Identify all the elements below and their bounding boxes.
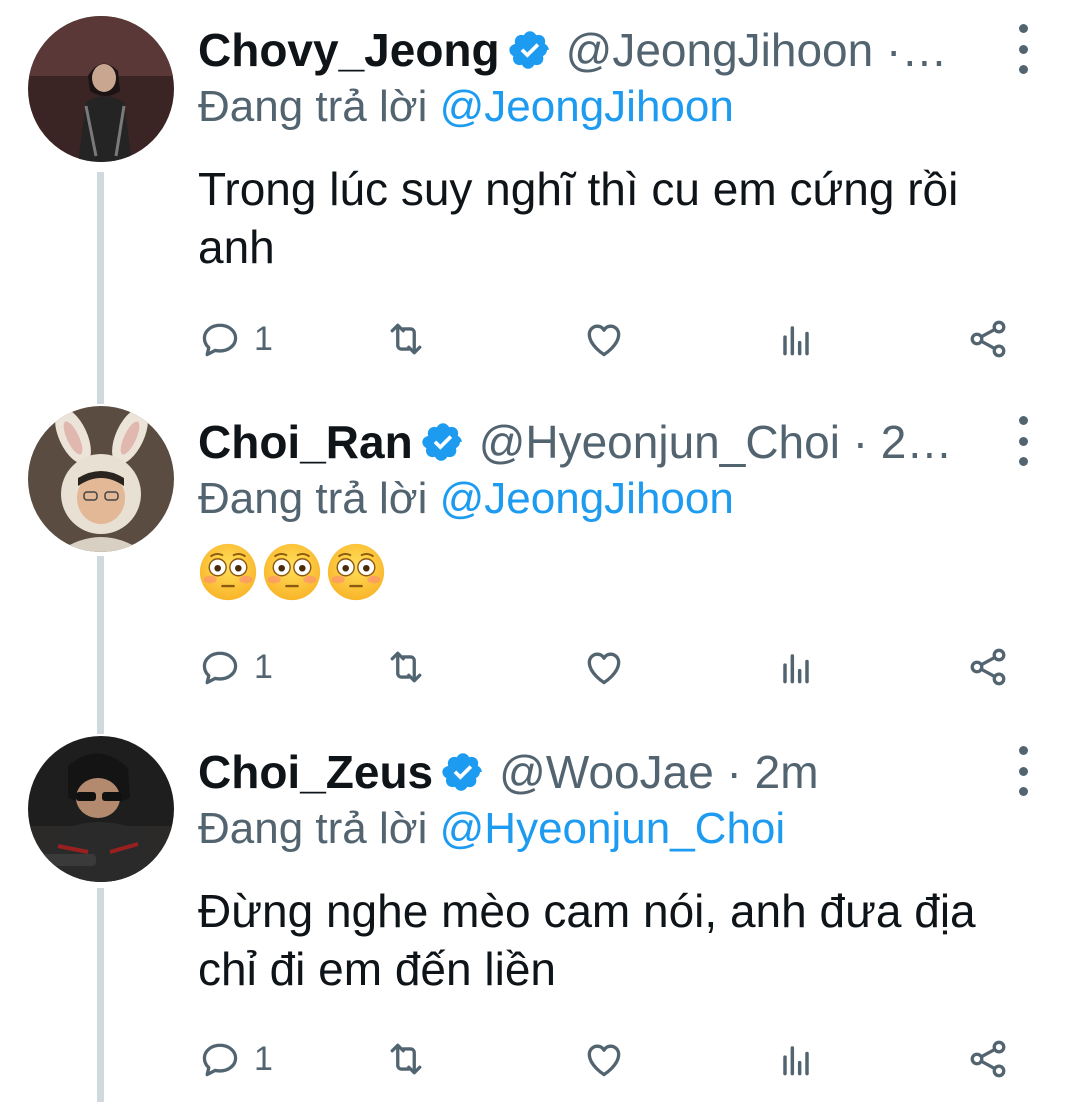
thread-line (97, 172, 104, 392)
user-handle[interactable]: @WooJae · 2m (499, 745, 818, 799)
like-icon (582, 317, 626, 361)
replying-to: Đang trả lời @JeongJihoon (198, 82, 734, 132)
like-icon (582, 645, 626, 689)
avatar[interactable] (28, 16, 174, 162)
retweet-icon (384, 645, 428, 689)
retweet-icon (384, 317, 428, 361)
reply-count: 1 (254, 319, 273, 358)
flushed-face-emoji (262, 542, 322, 602)
share-icon (966, 645, 1010, 689)
analytics-icon (774, 317, 818, 361)
display-name[interactable]: Choi_Zeus (198, 745, 433, 799)
thread-line (97, 556, 104, 722)
thread-line (97, 722, 104, 734)
display-name[interactable]: Choi_Ran (198, 415, 413, 469)
reply-button[interactable]: 1 (198, 1034, 273, 1084)
mention-link[interactable]: @JeongJihoon (440, 82, 734, 131)
tweet-header: Choi_Zeus @WooJae · 2m (198, 742, 980, 802)
thread-line (97, 888, 104, 1102)
analytics-button[interactable] (774, 642, 818, 692)
analytics-button[interactable] (774, 314, 818, 364)
replying-label: Đang trả lời (198, 82, 440, 131)
avatar[interactable] (28, 406, 174, 552)
verified-badge-icon (421, 420, 465, 464)
retweet-icon (384, 1037, 428, 1081)
flushed-face-emoji (326, 542, 386, 602)
retweet-button[interactable] (384, 314, 428, 364)
share-button[interactable] (966, 642, 1010, 692)
analytics-icon (774, 1037, 818, 1081)
analytics-icon (774, 645, 818, 689)
user-handle[interactable]: @Hyeonjun_Choi · 2… (479, 415, 953, 469)
action-bar: 1 (198, 314, 1018, 364)
replying-to: Đang trả lời @JeongJihoon (198, 474, 734, 524)
replying-label: Đang trả lời (198, 474, 440, 523)
reply-count: 1 (254, 647, 273, 686)
reply-icon (198, 645, 242, 689)
mention-link[interactable]: @Hyeonjun_Choi (440, 804, 786, 853)
more-options-icon[interactable] (1008, 416, 1038, 466)
like-button[interactable] (582, 1034, 626, 1084)
share-button[interactable] (966, 1034, 1010, 1084)
display-name[interactable]: Chovy_Jeong (198, 23, 500, 77)
retweet-button[interactable] (384, 642, 428, 692)
share-icon (966, 317, 1010, 361)
verified-badge-icon (441, 750, 485, 794)
tweet[interactable]: Choi_Ran @Hyeonjun_Choi · 2… Đang trả lờ… (0, 392, 1080, 722)
user-handle[interactable]: @JeongJihoon ·… (566, 23, 948, 77)
like-button[interactable] (582, 314, 626, 364)
action-bar: 1 (198, 642, 1018, 692)
tweet-text: Đừng nghe mèo cam nói, anh đưa địa chỉ đ… (198, 885, 976, 995)
reply-icon (198, 317, 242, 361)
tweet-header: Choi_Ran @Hyeonjun_Choi · 2… (198, 412, 980, 472)
share-button[interactable] (966, 314, 1010, 364)
share-icon (966, 1037, 1010, 1081)
like-button[interactable] (582, 642, 626, 692)
reply-button[interactable]: 1 (198, 314, 273, 364)
replying-label: Đang trả lời (198, 804, 440, 853)
retweet-button[interactable] (384, 1034, 428, 1084)
tweet-text: Trong lúc suy nghĩ thì cu em cứng rồi an… (198, 163, 959, 273)
like-icon (582, 1037, 626, 1081)
tweet[interactable]: Choi_Zeus @WooJae · 2m Đang trả lời @Hye… (0, 722, 1080, 1102)
analytics-button[interactable] (774, 1034, 818, 1084)
tweet-emojis (198, 542, 386, 602)
verified-badge-icon (508, 28, 552, 72)
more-options-icon[interactable] (1008, 746, 1038, 796)
mention-link[interactable]: @JeongJihoon (440, 474, 734, 523)
tweet-header: Chovy_Jeong @JeongJihoon ·… (198, 20, 980, 80)
flushed-face-emoji (198, 542, 258, 602)
reply-count: 1 (254, 1039, 273, 1078)
tweet[interactable]: Chovy_Jeong @JeongJihoon ·… Đang trả lời… (0, 0, 1080, 392)
avatar[interactable] (28, 736, 174, 882)
replying-to: Đang trả lời @Hyeonjun_Choi (198, 804, 785, 854)
thread-line (97, 392, 104, 404)
reply-icon (198, 1037, 242, 1081)
more-options-icon[interactable] (1008, 24, 1038, 74)
action-bar: 1 (198, 1034, 1018, 1084)
reply-button[interactable]: 1 (198, 642, 273, 692)
